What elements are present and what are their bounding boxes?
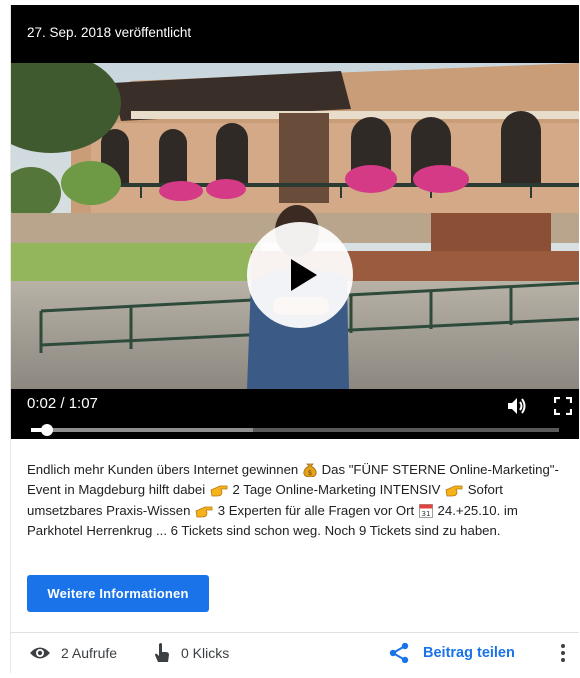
share-label: Beitrag teilen: [423, 645, 515, 661]
video-frame[interactable]: [11, 63, 579, 389]
calendar-icon: 31: [418, 503, 433, 522]
post-footer: 2 Aufrufe 0 Klicks Beitrag teilen: [11, 632, 579, 673]
description-text: Endlich mehr Kunden übers Internet gewin…: [27, 462, 299, 477]
share-icon: [389, 643, 409, 663]
video-controls: 0:02 / 1:07: [11, 389, 579, 439]
video-player[interactable]: 27. Sep. 2018 veröffentlicht 0:02 / 1:07: [11, 5, 579, 439]
fullscreen-icon: [553, 396, 573, 416]
more-info-button[interactable]: Weitere Informationen: [27, 575, 209, 612]
progress-thumb[interactable]: [40, 424, 53, 436]
time-display: 0:02 / 1:07: [27, 395, 98, 412]
description-text: 2 Tage Online-Marketing INTENSIV: [232, 482, 441, 498]
views-stat: 2 Aufrufe: [29, 633, 117, 673]
fullscreen-button[interactable]: [553, 396, 573, 416]
pointing-hand-icon: [210, 483, 228, 501]
more-options-button[interactable]: [556, 643, 570, 663]
post-description: Endlich mehr Kunden übers Internet gewin…: [27, 461, 567, 540]
volume-icon: [508, 398, 526, 414]
click-hand-icon: [155, 643, 169, 662]
svg-text:$: $: [308, 469, 312, 477]
publish-date: 27. Sep. 2018 veröffentlicht: [27, 25, 192, 40]
eye-icon: [30, 647, 50, 659]
pointing-hand-icon: [445, 483, 463, 501]
progress-buffered: [31, 428, 253, 432]
share-post-button[interactable]: Beitrag teilen: [389, 633, 515, 673]
views-count: 2 Aufrufe: [61, 645, 118, 661]
video-header: 27. Sep. 2018 veröffentlicht: [11, 5, 579, 63]
svg-text:31: 31: [421, 510, 430, 518]
clicks-stat: 0 Klicks: [153, 633, 229, 673]
play-button[interactable]: [247, 222, 353, 328]
play-icon: [291, 259, 317, 291]
progress-bar[interactable]: [31, 424, 559, 436]
volume-button[interactable]: [507, 397, 527, 415]
pointing-hand-icon: [195, 504, 213, 522]
description-text: 3 Experten für alle Fragen vor Ort: [217, 502, 415, 518]
clicks-count: 0 Klicks: [181, 645, 230, 661]
post-card: 27. Sep. 2018 veröffentlicht 0:02 / 1:07…: [10, 5, 579, 673]
more-vert-icon: [561, 644, 565, 662]
money-bag-icon: $: [303, 461, 317, 481]
